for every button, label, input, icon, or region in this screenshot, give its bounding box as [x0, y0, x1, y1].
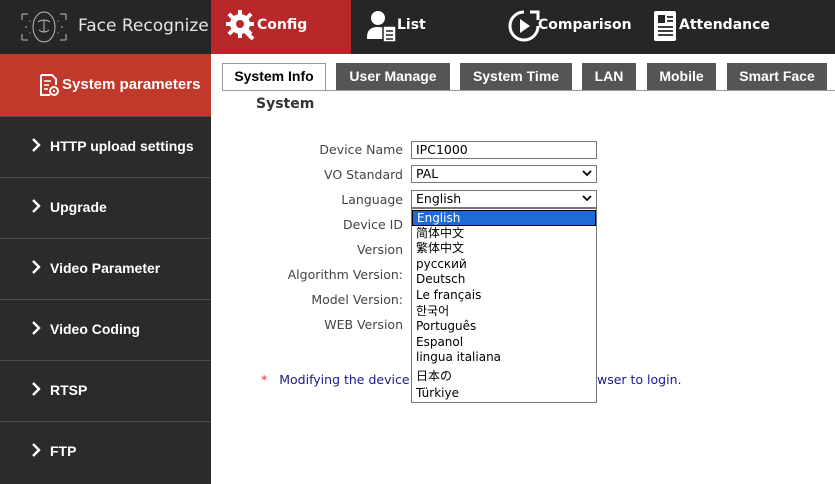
sidebar-item-label: RTSP: [50, 382, 88, 398]
chevron-right-icon: [32, 199, 41, 213]
device-id-label: Device ID: [342, 217, 403, 232]
language-select[interactable]: English: [411, 190, 597, 208]
face-scan-icon: [21, 11, 67, 43]
language-label: Language: [341, 192, 403, 207]
app-logo: Face Recognize: [0, 0, 211, 54]
language-option-japanese[interactable]: 日本の: [412, 369, 596, 385]
gear-icon: [226, 10, 255, 41]
sidebar: System parameters HTTP upload settings U…: [0, 54, 211, 484]
tab-divider: [222, 90, 835, 91]
language-option-traditional-chinese[interactable]: 繁体中文: [412, 241, 596, 257]
nav-list[interactable]: List: [362, 0, 432, 54]
vo-standard-value: PAL: [416, 166, 439, 181]
sidebar-item-upgrade[interactable]: Upgrade: [0, 177, 211, 238]
nav-config[interactable]: Config: [211, 0, 351, 54]
notice-text-start: Modifying the device l: [279, 372, 417, 387]
version-label: Version: [357, 242, 403, 257]
sidebar-item-label: Upgrade: [50, 199, 107, 215]
language-option-turkish[interactable]: Türkiye: [412, 386, 596, 402]
sidebar-item-label: FTP: [50, 443, 77, 459]
nav-comparison[interactable]: Comparison: [506, 0, 636, 54]
sidebar-item-ftp[interactable]: FTP: [0, 421, 211, 482]
tab-mobile[interactable]: Mobile: [647, 63, 716, 90]
language-value: English: [416, 191, 462, 206]
vo-standard-label: VO Standard: [323, 167, 403, 182]
sidebar-item-http-upload[interactable]: HTTP upload settings: [0, 116, 211, 177]
top-navigation-bar: Face Recognize Config List Comparison At…: [0, 0, 835, 54]
algorithm-version-label: Algorithm Version:: [287, 267, 403, 282]
chevron-down-icon: [582, 195, 592, 202]
sidebar-item-video-parameter[interactable]: Video Parameter: [0, 238, 211, 299]
vo-standard-select[interactable]: PAL: [411, 165, 597, 183]
sidebar-item-label: Video Coding: [50, 321, 140, 337]
tab-smart-face[interactable]: Smart Face: [727, 63, 827, 90]
language-option-korean[interactable]: 한국어: [412, 304, 596, 320]
language-option-italian[interactable]: lingua italiana: [412, 350, 596, 366]
sidebar-item-label: HTTP upload settings: [50, 138, 194, 154]
tab-lan[interactable]: LAN: [582, 63, 636, 90]
tab-user-manage[interactable]: User Manage: [336, 63, 450, 90]
chevron-right-icon: [32, 138, 41, 152]
nav-attendance[interactable]: Attendance: [650, 0, 790, 54]
settings-document-icon: [40, 74, 59, 96]
nav-attendance-label: Attendance: [679, 17, 770, 33]
device-name-input[interactable]: IPC1000: [411, 141, 597, 159]
notice-text: * Modifying the device l: [261, 372, 417, 387]
comparison-icon: [508, 10, 540, 42]
user-list-icon: [367, 11, 397, 43]
sidebar-header-label: System parameters: [62, 76, 201, 93]
language-dropdown-list: English 简体中文 繁体中文 русский Deutsch Le fra…: [411, 208, 597, 403]
language-option-simplified-chinese[interactable]: 简体中文: [412, 226, 596, 242]
required-star: *: [261, 372, 268, 387]
chevron-right-icon: [32, 382, 41, 396]
tab-system-time[interactable]: System Time: [460, 63, 572, 90]
tab-system-info[interactable]: System Info: [222, 63, 326, 91]
sidebar-item-label: Video Parameter: [50, 260, 161, 276]
chevron-right-icon: [32, 443, 41, 457]
nav-comparison-label: Comparison: [538, 17, 632, 33]
sidebar-item-system-parameters[interactable]: System parameters: [0, 54, 211, 116]
language-option-portuguese[interactable]: Português: [412, 319, 596, 335]
language-option-german[interactable]: Deutsch: [412, 272, 596, 288]
chevron-right-icon: [32, 260, 41, 274]
model-version-label: Model Version:: [311, 292, 403, 307]
language-option-spanish[interactable]: Espanol: [412, 335, 596, 351]
device-name-label: Device Name: [319, 142, 403, 157]
attendance-icon: [654, 11, 676, 41]
section-title: System: [256, 96, 315, 112]
nav-list-label: List: [397, 17, 426, 33]
notice-text-end: wser to login.: [597, 372, 682, 387]
sidebar-item-rtsp[interactable]: RTSP: [0, 360, 211, 421]
language-option-french[interactable]: Le français: [412, 288, 596, 304]
language-option-english[interactable]: English: [412, 210, 596, 226]
app-title: Face Recognize: [78, 16, 209, 36]
chevron-down-icon: [582, 170, 592, 177]
nav-config-label: Config: [257, 17, 308, 33]
language-option-russian[interactable]: русский: [412, 257, 596, 273]
sidebar-item-video-coding[interactable]: Video Coding: [0, 299, 211, 360]
web-version-label: WEB Version: [324, 317, 403, 332]
chevron-right-icon: [32, 321, 41, 335]
